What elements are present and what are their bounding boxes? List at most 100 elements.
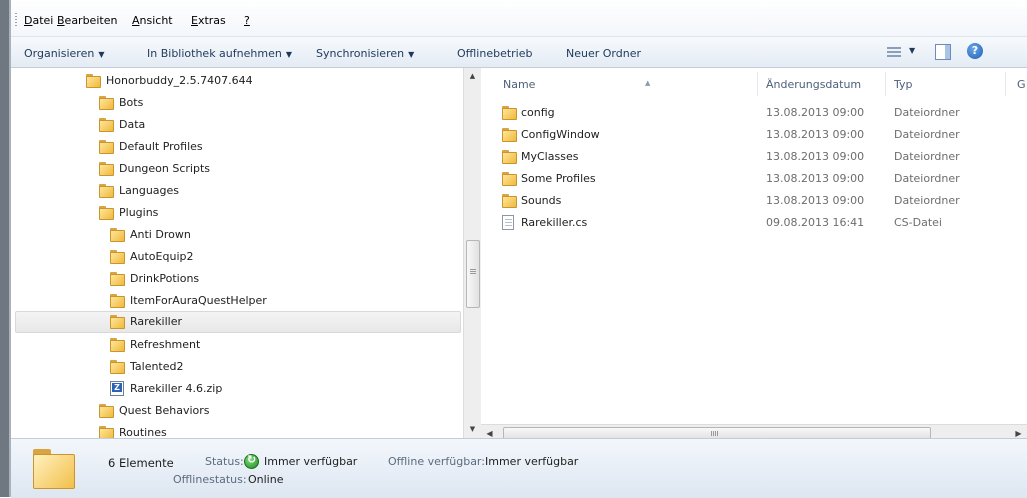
tree-item-label: ItemForAuraQuestHelper [130,294,267,307]
folder-icon [99,426,114,438]
file-list: Name ▲ Änderungsdatum Typ G config 13.08.2… [481,68,1027,424]
window-left-edge [0,0,11,497]
new-folder-button[interactable]: Neuer Ordner [566,47,641,60]
menu-grip [15,13,17,27]
sort-ascending-icon: ▲ [645,79,651,87]
file-date: 09.08.2013 16:41 [766,216,865,229]
file-row-myclasses[interactable]: MyClasses 13.08.2013 09:00 Dateiordner [481,146,1027,168]
offline-status-label: Offlinestatus: [173,473,247,486]
folder-icon [502,128,517,142]
sync-button[interactable]: Synchronisieren ▼ [316,47,414,60]
folder-icon [33,449,75,489]
file-row-config[interactable]: config 13.08.2013 09:00 Dateiordner [481,102,1027,124]
column-header-size[interactable]: G [1017,78,1026,91]
file-name: Sounds [521,194,562,207]
file-name: Some Profiles [521,172,596,185]
column-divider[interactable] [757,72,758,96]
file-type: Dateiordner [894,172,960,185]
file-date: 13.08.2013 09:00 [766,128,865,141]
file-row-rarekiller-cs[interactable]: Rarekiller.cs 09.08.2013 16:41 CS-Datei [481,212,1027,234]
menu-bearbeiten[interactable]: Bearbeiten [57,14,117,27]
tree-item-label: AutoEquip2 [130,250,194,263]
tree-item-label: Rarekiller [130,315,183,328]
zip-file-icon [110,381,124,396]
menu-ansicht[interactable]: Ansicht [132,14,173,27]
scrollbar-thumb[interactable] [466,240,480,308]
tree-item-rarekiller-zip[interactable]: Rarekiller 4.6.zip [110,379,440,399]
preview-pane-icon[interactable] [935,44,951,60]
tree-item-autoequip2[interactable]: AutoEquip2 [110,247,440,267]
sync-label: Synchronisieren [316,47,405,60]
file-name: Rarekiller.cs [521,216,588,229]
tree-item-rarekiller-selected[interactable]: Rarekiller [15,311,461,333]
folder-icon [99,118,114,132]
file-type: Dateiordner [894,150,960,163]
scroll-up-icon[interactable]: ▲ [464,68,481,85]
details-pane: 6 Elemente Status: Immer verfügbar Offli… [11,438,1027,498]
scroll-down-icon[interactable]: ▼ [464,421,481,438]
status-label: Status: [205,455,244,468]
tree-item-honorbuddy[interactable]: Honorbuddy_2.5.7407.644 [86,71,446,91]
column-divider[interactable] [885,72,886,96]
column-header-name[interactable]: Name ▲ [503,78,650,91]
tree-item-default-profiles[interactable]: Default Profiles [99,137,439,157]
folder-icon [110,250,125,264]
column-header-date[interactable]: Änderungsdatum [766,78,861,91]
file-date: 13.08.2013 09:00 [766,194,865,207]
organize-label: Organisieren [24,47,95,60]
library-label: In Bibliothek aufnehmen [147,47,282,60]
tree-item-languages[interactable]: Languages [99,181,439,201]
menu-help[interactable]: ? [244,14,250,27]
folder-icon [110,315,125,329]
tree-item-routines[interactable]: Routines [99,423,439,438]
column-divider[interactable] [1005,72,1006,96]
menu-bar: Datei Bearbeiten Ansicht Extras ? [11,0,1027,37]
help-icon[interactable]: ? [967,43,983,59]
view-options-icon[interactable] [887,45,901,57]
chevron-down-icon: ▼ [285,50,292,59]
include-in-library-button[interactable]: In Bibliothek aufnehmen ▼ [147,47,292,60]
tree-item-label: Default Profiles [119,140,203,153]
status-value: Immer verfügbar [264,455,358,468]
file-row-configwindow[interactable]: ConfigWindow 13.08.2013 09:00 Dateiordner [481,124,1027,146]
tree-item-label: Talented2 [130,360,184,373]
tree-item-label: Dungeon Scripts [119,162,210,175]
chevron-down-icon[interactable]: ▼ [909,46,915,55]
menu-datei[interactable]: Datei [24,14,53,27]
tree-item-talented2[interactable]: Talented2 [110,357,440,377]
organize-button[interactable]: Organisieren ▼ [24,47,104,60]
tree-vertical-scrollbar[interactable]: ▲ ▼ [463,68,481,438]
chevron-down-icon: ▼ [408,50,415,59]
tree-item-label: Languages [119,184,180,197]
column-header-type[interactable]: Typ [894,78,913,91]
tree-item-refreshment[interactable]: Refreshment [110,335,440,355]
tree-item-quest-behaviors[interactable]: Quest Behaviors [99,401,439,421]
work-offline-button[interactable]: Offlinebetrieb [457,47,532,60]
folder-icon [99,184,114,198]
file-row-sounds[interactable]: Sounds 13.08.2013 09:00 Dateiordner [481,190,1027,212]
tree-item-label: Data [119,118,146,131]
file-row-some-profiles[interactable]: Some Profiles 13.08.2013 09:00 Dateiordner [481,168,1027,190]
offline-available-value: Immer verfügbar [485,455,579,468]
tree-item-label: Bots [119,96,144,109]
explorer-window: Datei Bearbeiten Ansicht Extras ? Organi… [11,0,1027,498]
tree-item-bots[interactable]: Bots [99,93,439,113]
tree-item-label: Honorbuddy_2.5.7407.644 [106,74,253,87]
tree-item-data[interactable]: Data [99,115,439,135]
item-count: 6 Elemente [108,456,174,470]
tree-item-drinkpotions[interactable]: DrinkPotions [110,269,440,289]
file-name: config [521,106,555,119]
tree-item-itemforauraquesthelper[interactable]: ItemForAuraQuestHelper [110,291,440,311]
folder-icon [99,404,114,418]
tree-item-label: Rarekiller 4.6.zip [130,382,223,395]
folder-icon [110,228,125,242]
offline-status-value: Online [248,473,284,486]
folder-icon [99,206,114,220]
tree-item-dungeon-scripts[interactable]: Dungeon Scripts [99,159,439,179]
tree-item-anti-drown[interactable]: Anti Drown [110,225,440,245]
menu-extras[interactable]: Extras [191,14,226,27]
tree-item-label: DrinkPotions [130,272,200,285]
command-bar: Organisieren ▼ In Bibliothek aufnehmen ▼ S… [11,37,1027,68]
tree-item-plugins[interactable]: Plugins [99,203,439,223]
tree-item-label: Plugins [119,206,159,219]
